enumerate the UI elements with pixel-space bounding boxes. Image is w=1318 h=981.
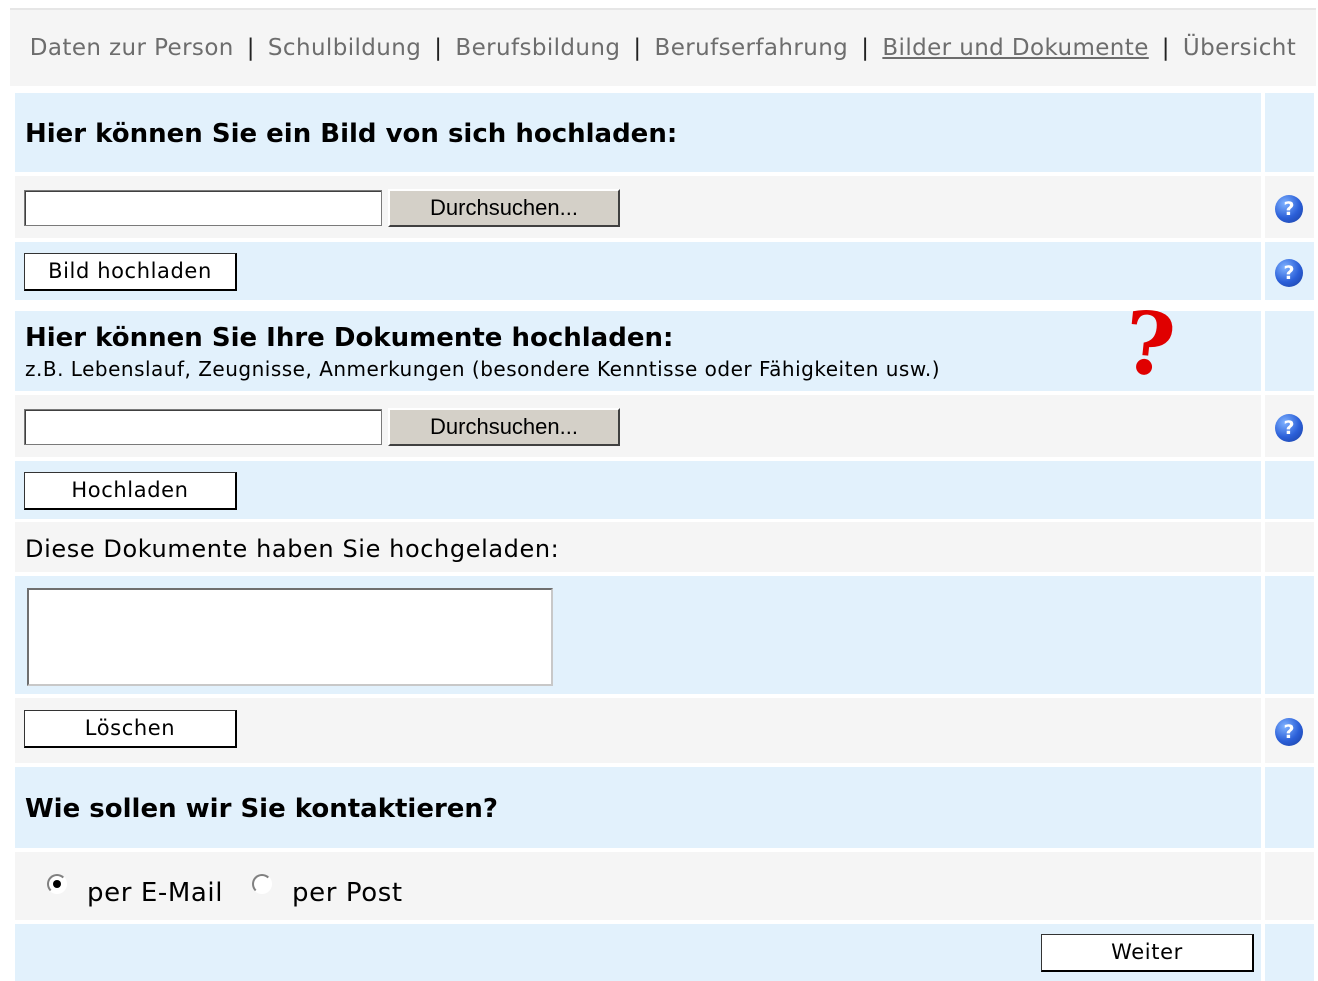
photo-heading: Hier können Sie ein Bild von sich hochla… [25,119,678,149]
documents-browse-button[interactable]: Durchsuchen... [388,408,620,446]
contact-options-row: per E-Mail per Post [15,852,1261,920]
photo-file-row: Durchsuchen... [15,176,1261,238]
contact-heading-row: Wie sollen wir Sie kontaktieren? [15,767,1261,848]
delete-row: Löschen [15,698,1261,763]
nav-berufserfahrung[interactable]: Berufserfahrung [655,35,849,61]
wizard-nav: Daten zur Person | Schulbildung | Berufs… [10,8,1316,86]
nav-separator: | [1161,35,1170,61]
documents-heading: Hier können Sie Ihre Dokumente hochladen… [25,323,674,353]
help-column-cell [1265,852,1314,920]
documents-file-input[interactable] [24,409,382,445]
documents-subheading: z.B. Lebenslauf, Zeugnisse, Anmerkungen … [25,357,941,381]
contact-heading: Wie sollen wir Sie kontaktieren? [25,794,499,824]
help-column-cell [1265,576,1314,694]
annotation-question-mark: ? [1118,291,1180,398]
documents-upload-row: Hochladen [15,461,1261,519]
help-icon[interactable]: ? [1275,259,1303,287]
nav-uebersicht[interactable]: Übersicht [1183,35,1296,61]
uploaded-label: Diese Dokumente haben Sie hochgeladen: [25,535,560,563]
photo-file-input[interactable] [24,190,382,226]
photo-heading-row: Hier können Sie ein Bild von sich hochla… [15,93,1261,172]
help-column-cell [1265,522,1314,572]
help-column-cell [1265,93,1314,172]
help-column-cell [1265,767,1314,848]
next-button[interactable]: Weiter [1041,934,1254,972]
help-column-cell [1265,924,1314,981]
radio-email-label[interactable]: per E-Mail [87,878,223,908]
uploaded-list-row [15,576,1261,694]
nav-bilder-und-dokumente[interactable]: Bilder und Dokumente [882,35,1148,61]
help-column-cell [1265,461,1314,519]
radio-post[interactable] [252,874,272,894]
photo-upload-row: Bild hochladen [15,242,1261,300]
documents-upload-button[interactable]: Hochladen [24,472,237,510]
nav-separator: | [633,35,642,61]
radio-email[interactable] [47,874,67,894]
radio-post-label[interactable]: per Post [292,878,403,908]
help-column-cell [1265,311,1314,391]
nav-separator: | [861,35,870,61]
photo-browse-button[interactable]: Durchsuchen... [388,189,620,227]
documents-heading-row: Hier können Sie Ihre Dokumente hochladen… [15,311,1261,391]
uploaded-label-row: Diese Dokumente haben Sie hochgeladen: [15,522,1261,572]
nav-berufsbildung[interactable]: Berufsbildung [455,35,620,61]
next-row: Weiter [15,924,1261,981]
delete-button[interactable]: Löschen [24,710,237,748]
uploaded-documents-list[interactable] [27,588,553,686]
nav-separator: | [246,35,255,61]
photo-upload-button[interactable]: Bild hochladen [24,253,237,291]
nav-schulbildung[interactable]: Schulbildung [268,35,421,61]
help-icon[interactable]: ? [1275,195,1303,223]
nav-separator: | [434,35,443,61]
nav-daten-zur-person[interactable]: Daten zur Person [30,35,234,61]
help-icon[interactable]: ? [1275,718,1303,746]
help-icon[interactable]: ? [1275,414,1303,442]
documents-file-row: Durchsuchen... [15,395,1261,457]
